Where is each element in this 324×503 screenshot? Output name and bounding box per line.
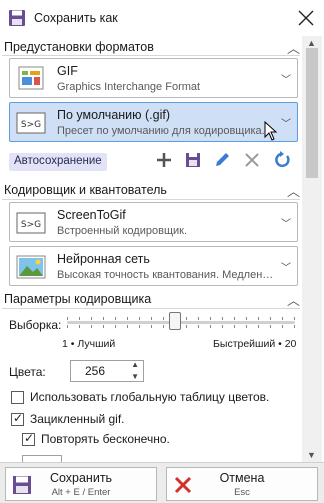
add-icon[interactable]	[154, 150, 174, 170]
stepper-down-icon[interactable]: ▼	[131, 372, 139, 381]
cancel-button[interactable]: Отмена Esc	[166, 467, 318, 501]
divider	[2, 199, 300, 200]
autosave-toggle[interactable]: Автосохранение	[9, 153, 107, 171]
chevron-down-icon: ﹀	[281, 75, 291, 86]
divider	[2, 55, 300, 56]
chevron-down-icon: ﹀	[281, 119, 291, 130]
looped-label[interactable]: Зацикленный gif.	[30, 412, 124, 426]
encoder-header-label: Кодировщик и квантователь	[4, 183, 167, 197]
looped-checkbox[interactable]	[11, 411, 24, 426]
close-icon[interactable]	[296, 8, 316, 28]
footer: Сохранить Alt + E / Enter Отмена Esc	[0, 462, 324, 503]
scroll-up-icon[interactable]: ▲	[307, 38, 316, 48]
encoder-section-header[interactable]: Кодировщик и квантователь ︿	[4, 181, 300, 201]
save-preset-icon[interactable]	[183, 150, 203, 170]
save-shortcut: Alt + E / Enter	[51, 487, 111, 498]
params-section-header[interactable]: Параметры кодировщика ︿	[4, 290, 300, 310]
params-header-label: Параметры кодировщика	[4, 292, 152, 306]
quantizer-name: Нейронная сеть	[57, 252, 150, 266]
format-dropdown[interactable]: GIF Graphics Interchange Format ﹀	[9, 58, 298, 98]
format-name: GIF	[57, 64, 78, 78]
chevron-up-icon[interactable]: ︿	[287, 181, 300, 200]
divider	[2, 308, 300, 309]
preset-description: Пресет по умолчанию для кодировщика.	[57, 125, 265, 137]
preset-name: По умолчанию (.gif)	[57, 108, 171, 122]
slider-thumb[interactable]	[168, 312, 181, 330]
svg-text:S>G: S>G	[21, 120, 41, 130]
sampling-min-label: 1 • Лучший	[62, 338, 116, 350]
sampling-label: Выборка:	[9, 318, 62, 332]
gif-format-icon	[18, 66, 44, 90]
save-icon	[9, 10, 25, 26]
global-table-label[interactable]: Использовать глобальную таблицу цветов.	[30, 390, 269, 404]
svg-text:S>G: S>G	[21, 220, 41, 230]
presets-header-label: Предустановки форматов	[4, 40, 154, 54]
reset-icon[interactable]	[272, 150, 292, 170]
screentogif-encoder-icon: S>G	[16, 212, 46, 234]
stepper-up-icon[interactable]: ▲	[131, 360, 139, 369]
edit-icon[interactable]	[212, 150, 232, 170]
save-button-label: Сохранить	[49, 471, 113, 485]
encoder-name: ScreenToGif	[57, 208, 126, 222]
cancel-button-label: Отмена	[219, 471, 265, 485]
image-landscape-icon	[16, 255, 46, 279]
screentogif-preset-icon: S>G	[16, 112, 46, 134]
chevron-down-icon: ﹀	[281, 263, 291, 274]
mouse-cursor-icon	[264, 121, 278, 141]
chevron-up-icon[interactable]: ︿	[287, 290, 300, 309]
preset-dropdown[interactable]: S>G По умолчанию (.gif) Пресет по умолча…	[9, 102, 298, 142]
remove-icon[interactable]	[242, 150, 262, 170]
colors-label: Цвета:	[9, 365, 46, 379]
scroll-down-icon[interactable]: ▼	[307, 450, 316, 460]
quantizer-dropdown[interactable]: Нейронная сеть Высокая точность квантова…	[9, 246, 298, 286]
title-bar: Сохранить как	[0, 0, 324, 36]
format-description: Graphics Interchange Format	[57, 81, 201, 93]
sampling-max-label: Быстрейший • 20	[213, 338, 297, 350]
colors-value[interactable]: 256	[85, 364, 105, 378]
encoder-description: Встроенный кодировщик.	[57, 225, 188, 237]
cancel-shortcut: Esc	[234, 487, 250, 498]
partial-row	[22, 455, 162, 462]
encoder-dropdown[interactable]: S>G ScreenToGif Встроенный кодировщик. ﹀	[9, 202, 298, 242]
colors-stepper[interactable]: 256 ▲ ▼	[70, 360, 144, 382]
repeat-forever-label[interactable]: Повторять бесконечно.	[41, 432, 170, 446]
scroll-thumb[interactable]	[306, 48, 318, 178]
chevron-down-icon: ﹀	[281, 219, 291, 230]
repeat-forever-checkbox[interactable]	[22, 431, 35, 446]
quantizer-description: Высокая точность квантования. Медлен…	[57, 269, 272, 281]
global-table-checkbox[interactable]	[11, 391, 24, 404]
window-title: Сохранить как	[34, 11, 118, 25]
save-button[interactable]: Сохранить Alt + E / Enter	[5, 467, 157, 501]
vertical-scrollbar[interactable]: ▲ ▼	[302, 36, 322, 462]
